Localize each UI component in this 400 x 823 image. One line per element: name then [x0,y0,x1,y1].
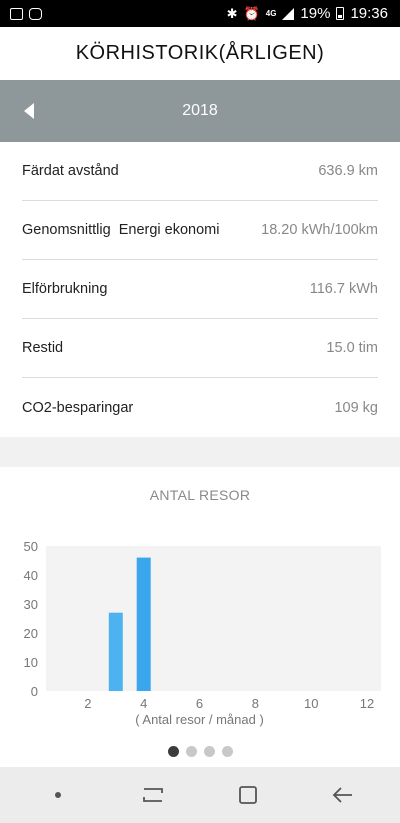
nav-dot-button[interactable] [38,775,78,815]
y-tick-label: 10 [24,655,38,670]
stat-label: Färdat avstånd [22,163,119,179]
bar [136,557,151,691]
y-tick-label: 20 [24,626,38,641]
trips-chart: 0 10 20 30 40 50 2 4 6 8 10 12 ( Antal resor / månad… [24,539,381,727]
x-tick-label: 6 [196,696,203,711]
y-tick-label: 30 [24,597,38,612]
stat-label: Restid [22,340,64,356]
stat-value: 109 kg [334,399,378,416]
page-header: KÖRHISTORIK(ÅRLIGEN) [0,27,400,80]
system-nav-bar [0,767,400,823]
page-indicator [0,746,400,757]
chart-card[interactable]: ANTAL RESOR 0 10 20 30 40 50 2 4 6 8 10 12 ( Antal r… [0,467,400,767]
x-tick-label: 12 [360,696,374,711]
recent-apps-button[interactable] [133,775,173,815]
instagram-icon [29,7,42,20]
network-type: 4G [265,8,277,18]
plot-area [46,546,381,691]
chart-title: ANTAL RESOR [149,487,251,503]
stat-value: 15.0 tim [326,340,378,356]
stat-label: Genomsnittlig Energi ekonomi [22,222,220,238]
y-tick-label: 0 [31,684,38,699]
status-bar: ✱ ⏰ 4G 19% 19:36 [0,0,400,27]
stat-label: CO2-besparingar [22,399,134,416]
stat-row-co2-savings: CO2-besparingar 109 kg [22,378,378,437]
stat-row-travel-time: Restid 15.0 tim [22,319,378,378]
stat-row-distance: Färdat avstånd 636.9 km [22,142,378,201]
bar [108,612,123,691]
status-left [10,7,42,20]
x-tick-label: 10 [304,696,318,711]
home-button[interactable] [228,775,268,815]
page-dot[interactable] [185,746,197,757]
signal-icon [282,7,295,20]
year-selector: 2018 [0,80,400,142]
page-dot[interactable] [221,746,233,757]
triangle-left-icon [24,103,34,119]
page-dot[interactable] [167,746,179,757]
back-arrow-icon [332,787,352,803]
recent-apps-icon [142,788,163,802]
bluetooth-icon: ✱ [226,6,238,21]
stat-row-energy-economy: Genomsnittlig Energi ekonomi 18.20 kWh/1… [22,201,378,260]
x-tick-label: 4 [140,696,147,711]
year-label: 2018 [182,102,218,119]
y-tick-label: 50 [24,539,38,554]
x-axis-label: ( Antal resor / månad ) [135,712,264,727]
y-tick-label: 40 [24,568,38,583]
stat-row-consumption: Elförbrukning 116.7 kWh [22,260,378,319]
page-dot[interactable] [203,746,215,757]
home-icon [238,786,257,804]
battery-icon [336,7,345,20]
stat-value: 18.20 kWh/100km [261,222,378,238]
back-button[interactable] [323,775,363,815]
stat-value: 636.9 km [318,163,378,179]
x-tick-label: 8 [252,696,259,711]
dot-icon [54,792,61,798]
stats-list: Färdat avstånd 636.9 km Genomsnittlig En… [0,142,400,437]
status-right: ✱ ⏰ 4G 19% 19:36 [227,5,388,22]
alarm-icon: ⏰ [243,6,260,21]
clock: 19:36 [350,5,388,22]
gallery-icon [10,7,23,20]
stat-label: Elförbrukning [22,281,108,297]
page-title: KÖRHISTORIK(ÅRLIGEN) [75,42,325,64]
battery-percent: 19% [300,5,331,22]
stat-value: 116.7 kWh [309,281,378,297]
previous-year-button[interactable] [22,102,36,120]
x-tick-label: 2 [84,696,91,711]
